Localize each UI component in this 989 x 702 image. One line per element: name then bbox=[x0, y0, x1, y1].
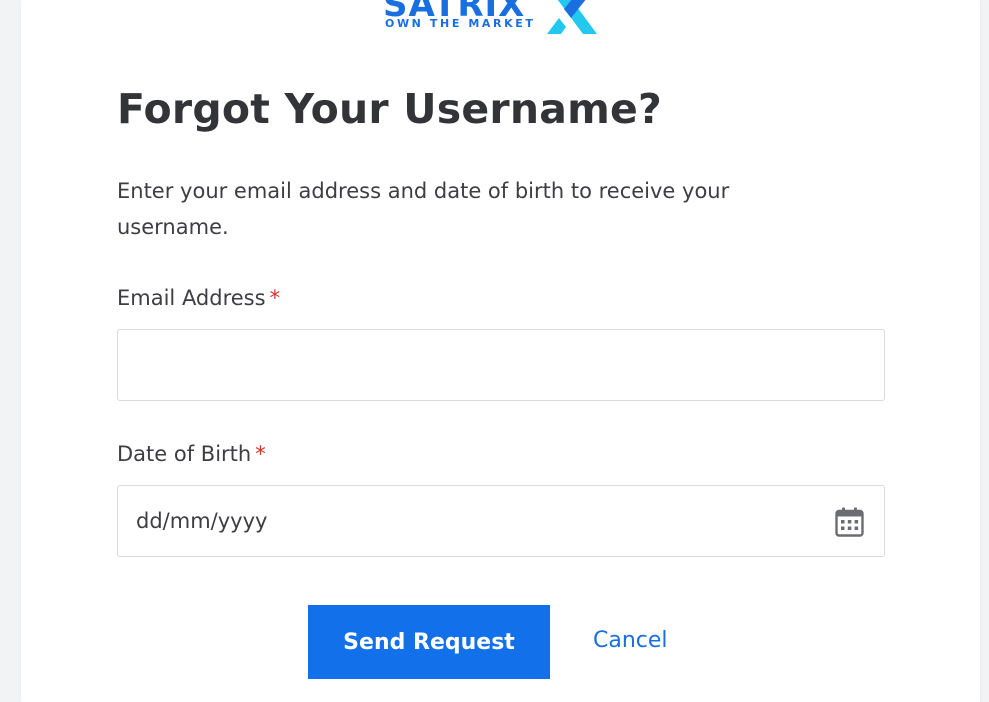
dob-required-mark: * bbox=[255, 442, 266, 466]
satrix-x-logo-icon bbox=[547, 0, 597, 34]
cancel-link[interactable]: Cancel bbox=[593, 624, 668, 658]
dob-label-text: Date of Birth bbox=[117, 442, 252, 466]
email-field[interactable] bbox=[118, 330, 884, 400]
logo-tagline: OWN THE MARKET bbox=[385, 17, 536, 30]
email-label: Email Address * bbox=[117, 283, 280, 313]
page-title: Forgot Your Username? bbox=[117, 85, 662, 133]
email-field-wrapper bbox=[117, 329, 885, 401]
forgot-username-card: SATRIX OWN THE MARKET Forgot Your Userna… bbox=[21, 0, 980, 702]
satrix-logo[interactable]: SATRIX OWN THE MARKET bbox=[383, 0, 597, 34]
email-label-text: Email Address bbox=[117, 286, 266, 310]
calendar-icon[interactable] bbox=[835, 507, 864, 537]
page-description: Enter your email address and date of bir… bbox=[117, 179, 730, 239]
dob-label: Date of Birth * bbox=[117, 439, 266, 469]
dob-field[interactable] bbox=[118, 486, 884, 556]
dob-field-wrapper bbox=[117, 485, 885, 557]
email-required-mark: * bbox=[269, 286, 281, 310]
send-request-button[interactable]: Send Request bbox=[308, 605, 550, 679]
